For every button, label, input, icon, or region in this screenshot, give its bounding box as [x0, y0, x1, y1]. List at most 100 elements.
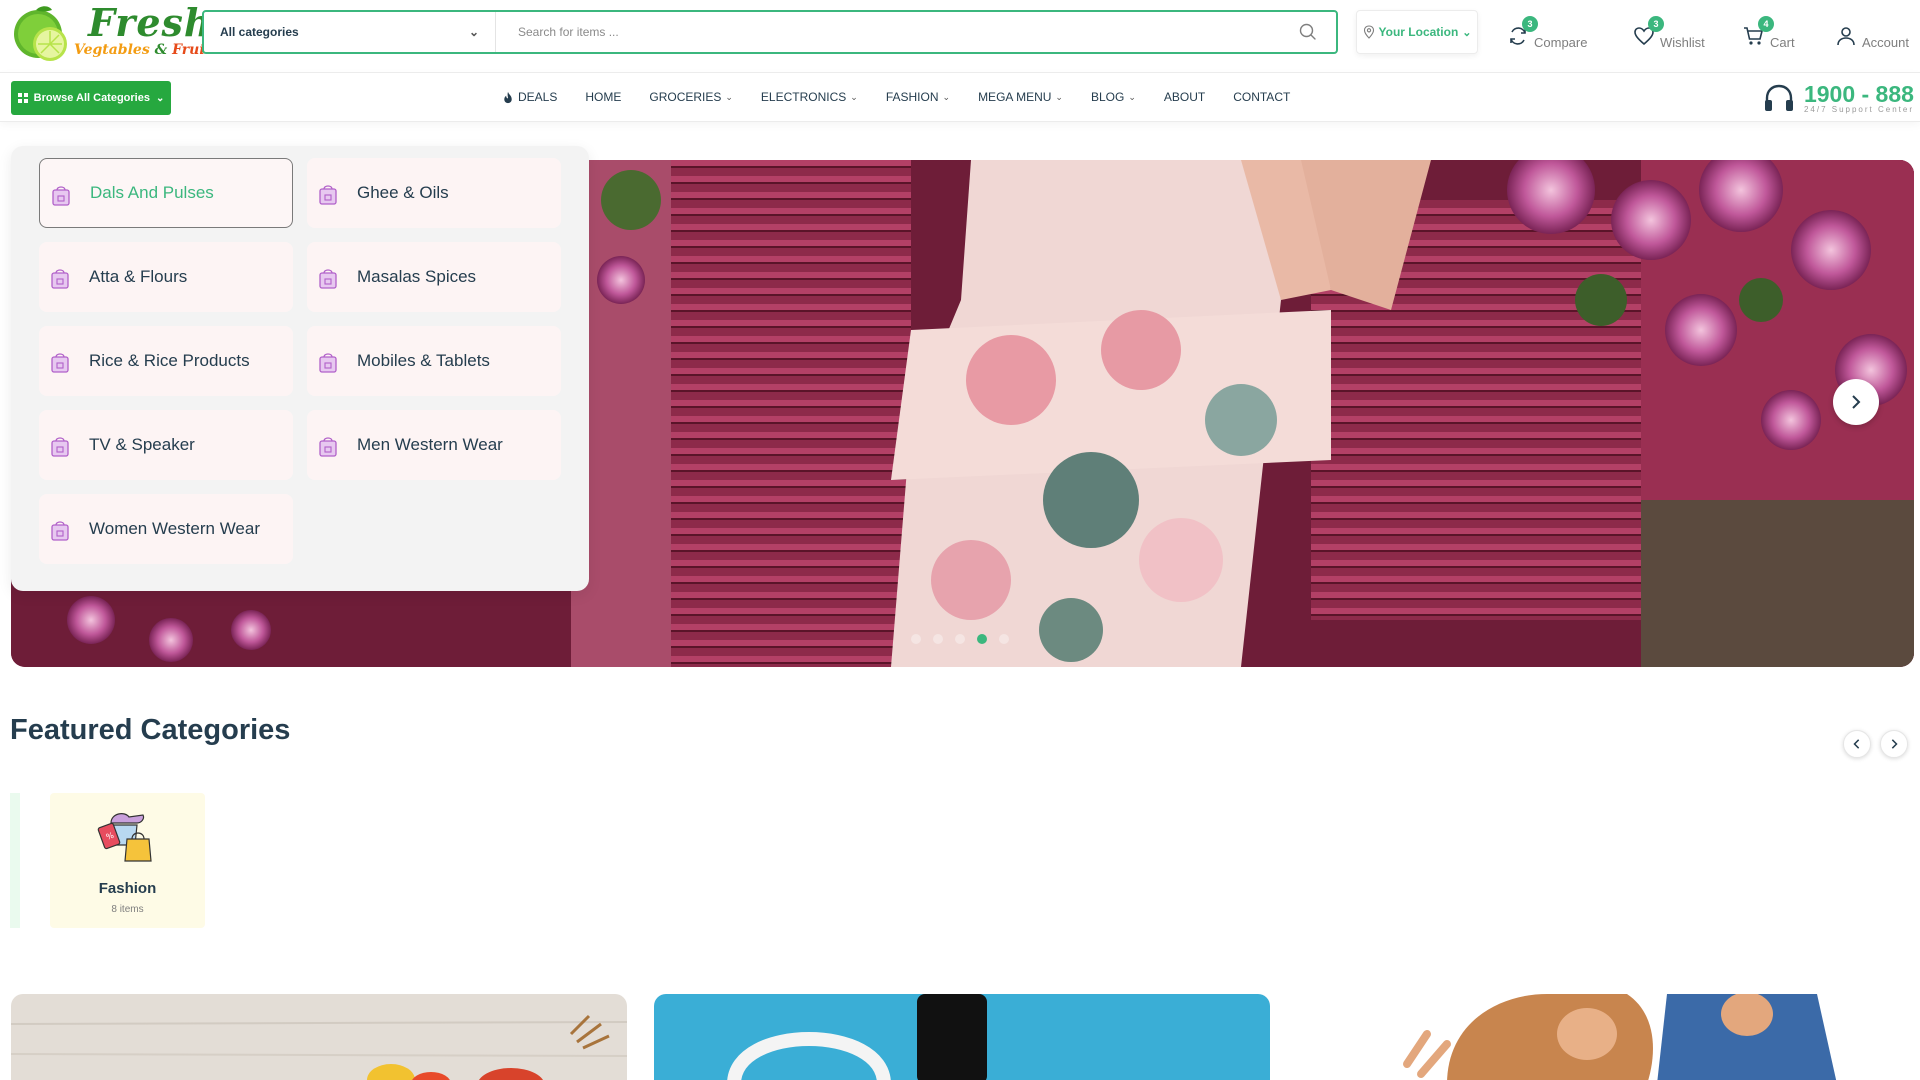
nav-item-label: MEGA MENU: [978, 90, 1052, 104]
nav-menu: DEALS HOME GROCERIES ⌄ ELECTRONICS ⌄ FASHI…: [502, 73, 1318, 121]
nav-item-label: BLOG: [1090, 90, 1125, 104]
search-icon[interactable]: [1298, 22, 1318, 42]
slider-dot-active[interactable]: [977, 634, 987, 644]
nav-item-mega-menu[interactable]: MEGA MENU ⌄: [978, 90, 1063, 104]
heart-icon: 3: [1632, 16, 1664, 48]
category-item-label: Women Western Wear: [89, 519, 261, 538]
category-item-men-western-wear[interactable]: Men Western Wear: [307, 410, 561, 480]
slider-dot[interactable]: [999, 634, 1009, 644]
chevron-down-icon: ⌄: [468, 25, 479, 39]
slider-dot[interactable]: [955, 634, 965, 644]
category-item-women-western-wear[interactable]: Women Western Wear: [39, 494, 293, 564]
nav-item-label: CONTACT: [1233, 90, 1291, 104]
category-select[interactable]: All categories ⌄: [204, 12, 496, 52]
category-item-label: Atta & Flours: [89, 267, 188, 286]
chevron-down-icon: ⌄: [1055, 91, 1063, 102]
location-selector[interactable]: Your Location ⌄: [1356, 10, 1478, 54]
chevron-right-icon: [1891, 739, 1898, 749]
category-item-label: Men Western Wear: [357, 435, 503, 454]
shopping-bag-icon: [319, 437, 337, 457]
fashion-icon: %: [97, 813, 152, 862]
nav-item-about[interactable]: ABOUT: [1164, 90, 1205, 104]
browse-categories-button[interactable]: Browse All Categories ⌄: [11, 81, 171, 115]
chevron-left-icon: [1853, 739, 1860, 749]
support-center[interactable]: 1900 - 888 24/7 Support Center: [1762, 75, 1914, 121]
promo-banner-fruits[interactable]: [11, 994, 627, 1080]
nav-item-deals[interactable]: DEALS: [502, 90, 557, 104]
support-subtitle: 24/7 Support Center: [1803, 104, 1914, 114]
category-item-label: Dals And Pulses: [90, 183, 214, 202]
slider-dot[interactable]: [911, 634, 921, 644]
hero-next-button[interactable]: [1833, 379, 1879, 425]
chevron-down-icon: ⌄: [942, 91, 951, 102]
compare-count-badge: 3: [1522, 16, 1538, 32]
account-button[interactable]: Account: [1834, 18, 1909, 50]
category-dropdown-panel: Dals And Pulses Ghee & Oils Atta & Flour…: [11, 146, 589, 591]
nav-item-groceries[interactable]: GROCERIES ⌄: [649, 90, 733, 104]
nav-item-contact[interactable]: CONTACT: [1233, 90, 1290, 104]
nav-item-label: ABOUT: [1163, 90, 1206, 104]
category-item-label: Ghee & Oils: [357, 183, 449, 202]
nav-item-label: DEALS: [518, 90, 558, 104]
headphones-icon: [1764, 84, 1793, 111]
category-item-mobiles-tablets[interactable]: Mobiles & Tablets: [307, 326, 561, 396]
promo-banner-electronics[interactable]: [654, 994, 1270, 1080]
nav-item-electronics[interactable]: ELECTRONICS ⌄: [761, 90, 858, 104]
map-pin-icon: [1363, 25, 1374, 39]
shopping-bag-icon: [51, 353, 69, 373]
category-item-ghee-oils[interactable]: Ghee & Oils: [307, 158, 561, 228]
featured-next-button[interactable]: [1880, 730, 1908, 758]
wishlist-label: Wishlist: [1660, 35, 1705, 50]
promo-banner-fashion[interactable]: [1297, 994, 1913, 1080]
chevron-down-icon: ⌄: [1462, 26, 1472, 39]
account-label: Account: [1862, 35, 1909, 50]
nav-item-home[interactable]: HOME: [585, 90, 621, 104]
location-label: Your Location: [1378, 25, 1459, 39]
user-icon: [1834, 24, 1858, 48]
chevron-down-icon: ⌄: [850, 91, 858, 102]
category-item-tv-speaker[interactable]: TV & Speaker: [39, 410, 293, 480]
wishlist-count-badge: 3: [1648, 16, 1664, 32]
logo-word-fresh: Fresh: [88, 0, 213, 45]
compare-label: Compare: [1534, 35, 1588, 50]
fashion-banner-image: [1297, 994, 1913, 1080]
nav-item-fashion[interactable]: FASHION ⌄: [886, 90, 950, 104]
lime-logo-icon: [14, 6, 67, 61]
chevron-down-icon: ⌄: [155, 92, 165, 104]
search-input[interactable]: [504, 12, 1264, 52]
logo-tagline-a: Vegtables: [74, 42, 150, 58]
nav-item-label: GROCERIES: [649, 90, 722, 104]
wishlist-button[interactable]: 3 Wishlist: [1632, 16, 1705, 50]
nav-item-label: HOME: [585, 90, 622, 104]
search-bar: All categories ⌄: [202, 10, 1338, 54]
cart-count-badge: 4: [1758, 16, 1774, 32]
shopping-bag-icon: [319, 185, 337, 205]
compare-button[interactable]: 3 Compare: [1506, 16, 1588, 50]
site-logo[interactable]: Fresh Vegtables & Fruits: [10, 0, 219, 66]
support-text: 1900 - 888 24/7 Support Center: [1803, 82, 1914, 114]
category-item-dals-and-pulses[interactable]: Dals And Pulses: [39, 158, 293, 228]
category-item-masalas-spices[interactable]: Masalas Spices: [307, 242, 561, 312]
category-select-value: All categories: [220, 25, 299, 39]
category-item-atta-flours[interactable]: Atta & Flours: [39, 242, 293, 312]
featured-category-card[interactable]: % Fashion 8 items: [50, 793, 205, 928]
featured-prev-button[interactable]: [1843, 730, 1871, 758]
fruits-banner-image: [11, 994, 627, 1080]
chevron-down-icon: ⌄: [725, 91, 733, 102]
category-item-rice-products[interactable]: Rice & Rice Products: [39, 326, 293, 396]
nav-item-blog[interactable]: BLOG ⌄: [1091, 90, 1136, 104]
cart-label: Cart: [1770, 35, 1795, 50]
category-item-label: Rice & Rice Products: [89, 351, 250, 370]
featured-categories-title: Featured Categories: [10, 714, 291, 746]
slider-dot[interactable]: [933, 634, 943, 644]
shopping-bag-icon: [319, 353, 337, 373]
cart-button[interactable]: 4 Cart: [1742, 16, 1795, 50]
shopping-bag-icon: [51, 269, 69, 289]
featured-category-count: 8 items: [111, 904, 144, 915]
grid-icon: [17, 93, 28, 103]
compare-icon: 3: [1506, 16, 1538, 48]
category-item-label: TV & Speaker: [89, 435, 195, 454]
logo-tagline-amp: &: [149, 42, 173, 58]
browse-categories-label: Browse All Categories: [33, 92, 150, 104]
electronics-banner-image: [654, 994, 1270, 1080]
